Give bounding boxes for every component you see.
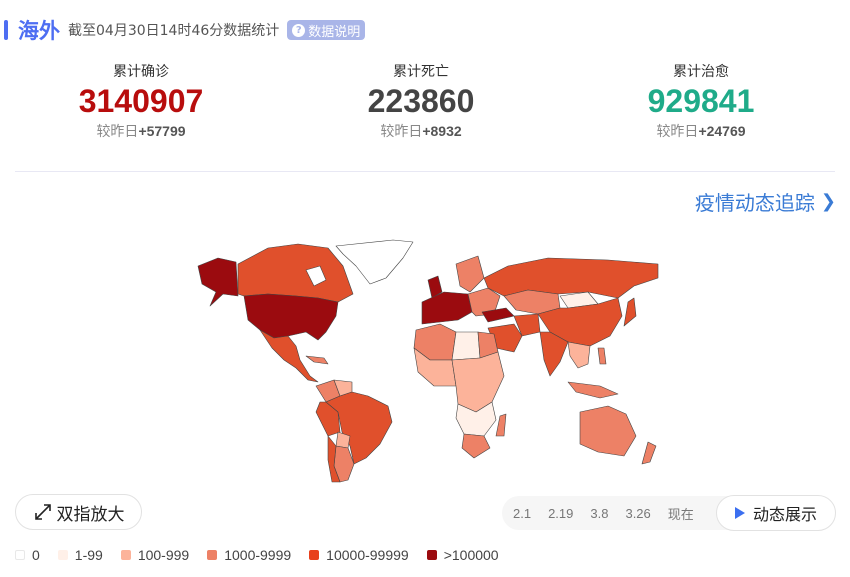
expand-arrows-icon: [34, 504, 51, 520]
tracking-link[interactable]: 疫情动态追踪 ❯: [695, 187, 836, 216]
region-australia[interactable]: [579, 405, 637, 457]
stat-delta: 较昨日+8932: [380, 123, 462, 140]
stat-value: 3140907: [78, 83, 204, 119]
timeline-tick[interactable]: 2.1: [513, 506, 531, 521]
title-accent-bar: [4, 20, 8, 40]
question-circle-icon: ?: [292, 23, 306, 37]
divider: [15, 171, 835, 172]
region-scandinavia[interactable]: [455, 255, 485, 293]
stat-value: 929841: [647, 83, 755, 119]
region-south-africa[interactable]: [461, 433, 491, 459]
data-explain-button[interactable]: ? 数据说明: [287, 20, 366, 40]
legend-swatch: [309, 550, 320, 560]
stats-panel: 累计确诊 3140907 较昨日+57799 累计死亡 223860 较昨日+8…: [0, 62, 850, 152]
map-legend: 0 1-99 100-999 1000-9999 10000-99999 >10…: [15, 547, 517, 563]
dynamic-display-button[interactable]: 动态展示: [716, 495, 836, 531]
legend-swatch: [15, 550, 25, 560]
dynamic-display-label: 动态展示: [752, 505, 817, 524]
tracking-link-label: 疫情动态追踪: [694, 191, 815, 215]
region-usa[interactable]: [243, 293, 339, 341]
timeline-tick[interactable]: 现在: [668, 504, 694, 523]
stat-value: 223860: [367, 83, 475, 119]
legend-item: 0: [15, 547, 40, 563]
chevron-right-icon: ❯: [820, 191, 836, 212]
stat-delta: 较昨日+57799: [96, 123, 186, 140]
play-icon: [734, 507, 745, 519]
timeline-tick[interactable]: 2.19: [548, 506, 573, 521]
region-caribbean[interactable]: [305, 355, 329, 365]
region-greenland[interactable]: [335, 239, 414, 285]
stat-delta: 较昨日+24769: [656, 123, 746, 140]
region-indonesia[interactable]: [567, 381, 619, 399]
timeline-tick[interactable]: 3.26: [625, 506, 650, 521]
legend-swatch: [207, 550, 218, 560]
data-timestamp: 截至04月30日14时46分数据统计: [68, 23, 280, 39]
region-philippines[interactable]: [597, 347, 607, 365]
legend-item: 1-99: [57, 547, 103, 563]
stat-deaths: 累计死亡 223860 较昨日+8932: [321, 62, 521, 143]
header: 海外 截至04月30日14时46分数据统计 ? 数据说明: [0, 14, 366, 46]
pinch-zoom-label: 双指放大: [56, 504, 125, 525]
region-se-asia[interactable]: [567, 341, 591, 369]
legend-swatch: [120, 550, 131, 560]
region-madagascar[interactable]: [495, 413, 507, 437]
region-alaska[interactable]: [197, 257, 239, 307]
legend-item: 1000-9999: [207, 547, 291, 563]
region-mexico[interactable]: [259, 329, 319, 383]
region-japan[interactable]: [623, 297, 637, 327]
stat-label: 累计治愈: [673, 64, 729, 80]
region-central-africa[interactable]: [451, 351, 505, 413]
legend-item: 100-999: [120, 547, 189, 563]
region-canada[interactable]: [237, 243, 354, 303]
stat-label: 累计确诊: [113, 64, 169, 80]
region-libya[interactable]: [451, 331, 481, 361]
stat-label: 累计死亡: [393, 64, 449, 80]
pinch-zoom-button[interactable]: 双指放大: [15, 494, 142, 530]
world-map[interactable]: [188, 236, 668, 484]
region-west-europe[interactable]: [421, 291, 473, 325]
legend-item: 10000-99999: [309, 547, 409, 563]
page-title: 海外: [18, 19, 60, 43]
legend-swatch: [426, 550, 437, 560]
stat-confirmed: 累计确诊 3140907 较昨日+57799: [41, 62, 241, 143]
region-russia[interactable]: [483, 257, 659, 299]
legend-swatch: [57, 550, 68, 560]
region-new-zealand[interactable]: [641, 441, 657, 465]
timeline-tick[interactable]: 3.8: [590, 506, 608, 521]
legend-item: >100000: [426, 547, 499, 563]
data-explain-label: 数据说明: [308, 24, 361, 40]
stat-recovered: 累计治愈 929841 较昨日+24769: [601, 62, 801, 143]
